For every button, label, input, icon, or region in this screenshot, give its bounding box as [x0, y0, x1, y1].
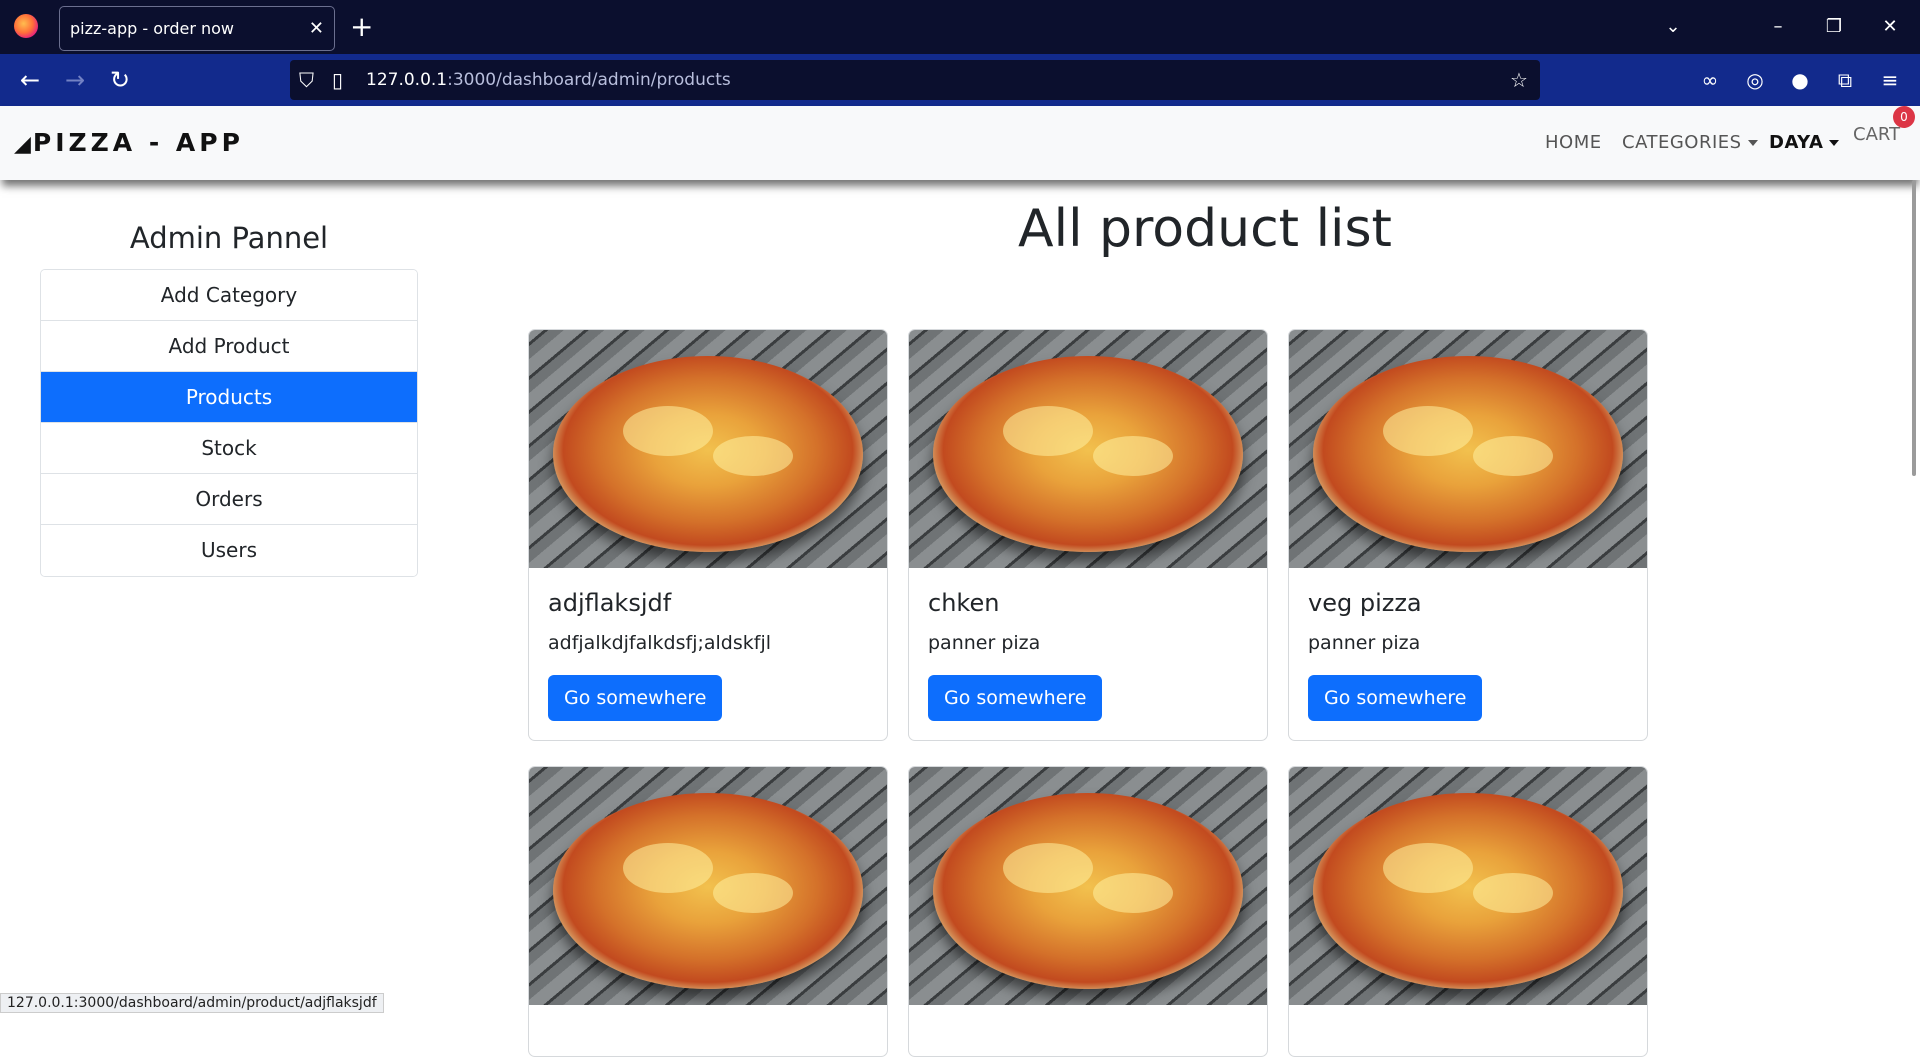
sidebar-item-orders[interactable]: Orders — [41, 474, 417, 525]
admin-sidebar: Add Category Add Product Products Stock … — [40, 269, 418, 577]
list-tabs-icon[interactable]: ⌄ — [1658, 12, 1688, 42]
product-card — [908, 766, 1268, 1057]
product-card — [1288, 766, 1648, 1057]
pizza-slice-icon: ◢ — [14, 132, 31, 157]
pizza-image — [1289, 767, 1647, 1005]
bookmark-star-icon[interactable]: ☆ — [1510, 64, 1528, 96]
nav-cart-link[interactable]: CART — [1853, 122, 1900, 148]
cookie-icon[interactable]: ◎ — [1738, 64, 1772, 96]
reload-icon[interactable]: ↻ — [104, 64, 136, 96]
firefox-icon[interactable] — [14, 14, 38, 38]
caret-down-icon — [1747, 140, 1758, 146]
url-text[interactable]: 127.0.0.1:3000/dashboard/admin/products — [366, 60, 731, 100]
tab-title: pizz-app - order now — [70, 19, 234, 38]
close-tab-icon[interactable]: ✕ — [309, 7, 324, 50]
private-mask-icon[interactable]: ∞ — [1693, 64, 1727, 96]
page-title: All product list — [1018, 199, 1392, 259]
go-somewhere-button[interactable]: Go somewhere — [1308, 675, 1483, 721]
pizza-image — [909, 767, 1267, 1005]
back-icon[interactable]: ← — [14, 64, 46, 96]
go-somewhere-button[interactable]: Go somewhere — [928, 675, 1103, 721]
minimize-icon[interactable]: – — [1763, 12, 1793, 42]
go-somewhere-button[interactable]: Go somewhere — [548, 675, 723, 721]
nav-user-dropdown[interactable]: DAYA — [1769, 130, 1840, 156]
sidebar-item-add-category[interactable]: Add Category — [41, 270, 417, 321]
card-title: adjflaksjdf — [548, 589, 672, 617]
page-icon[interactable]: ▯ — [332, 64, 343, 96]
menu-icon[interactable]: ≡ — [1873, 64, 1907, 96]
sidebar-item-add-product[interactable]: Add Product — [41, 321, 417, 372]
nav-home-link[interactable]: HOME — [1545, 130, 1602, 156]
page-scrollbar[interactable] — [1912, 180, 1916, 476]
browser-toolbar: ← → ↻ ⛉ ▯ 127.0.0.1:3000/dashboard/admin… — [0, 54, 1920, 106]
product-card: veg pizza panner piza Go somewhere — [1288, 329, 1648, 741]
extensions-puzzle-icon[interactable]: ⧉ — [1828, 64, 1862, 96]
product-card: adjflaksjdf adfjalkdjfalkdsfj;aldskfjl G… — [528, 329, 888, 741]
app-navbar: ◢PIZZA - APP HOME CATEGORIES DAYA CART 0 — [0, 106, 1920, 180]
pizza-image — [1289, 330, 1647, 568]
sidebar-item-stock[interactable]: Stock — [41, 423, 417, 474]
brand-text: PIZZA - APP — [32, 128, 244, 157]
sidebar-item-users[interactable]: Users — [41, 525, 417, 576]
pizza-image — [529, 767, 887, 1005]
cart-count-badge: 0 — [1893, 106, 1915, 128]
restore-icon[interactable]: ❐ — [1819, 12, 1849, 42]
forward-icon[interactable]: → — [59, 64, 91, 96]
browser-tab[interactable]: pizz-app - order now ✕ — [59, 6, 335, 51]
card-title: veg pizza — [1308, 589, 1422, 617]
close-window-icon[interactable]: ✕ — [1875, 12, 1905, 42]
status-bar-url: 127.0.0.1:3000/dashboard/admin/product/a… — [0, 993, 384, 1013]
nav-categories-dropdown[interactable]: CATEGORIES — [1622, 130, 1758, 156]
sidebar-item-products[interactable]: Products — [41, 372, 417, 423]
new-tab-button[interactable]: + — [350, 10, 373, 44]
card-text: adfjalkdjfalkdsfj;aldskfjl — [548, 632, 772, 654]
sidebar-title: Admin Pannel — [129, 221, 329, 255]
browser-tab-bar: pizz-app - order now ✕ + ⌄ – ❐ ✕ — [0, 0, 1920, 54]
pizza-image — [529, 330, 887, 568]
brand-logo[interactable]: ◢PIZZA - APP — [14, 128, 244, 160]
shield-icon[interactable]: ⛉ — [299, 64, 314, 96]
card-text: panner piza — [928, 632, 1041, 654]
product-card — [528, 766, 888, 1057]
product-card: chken panner piza Go somewhere — [908, 329, 1268, 741]
url-bar[interactable]: ⛉ ▯ 127.0.0.1:3000/dashboard/admin/produ… — [290, 60, 1540, 100]
card-text: panner piza — [1308, 632, 1421, 654]
extension-fox-icon[interactable]: ● — [1783, 64, 1817, 96]
card-title: chken — [928, 589, 1000, 617]
caret-down-icon — [1829, 140, 1840, 146]
pizza-image — [909, 330, 1267, 568]
